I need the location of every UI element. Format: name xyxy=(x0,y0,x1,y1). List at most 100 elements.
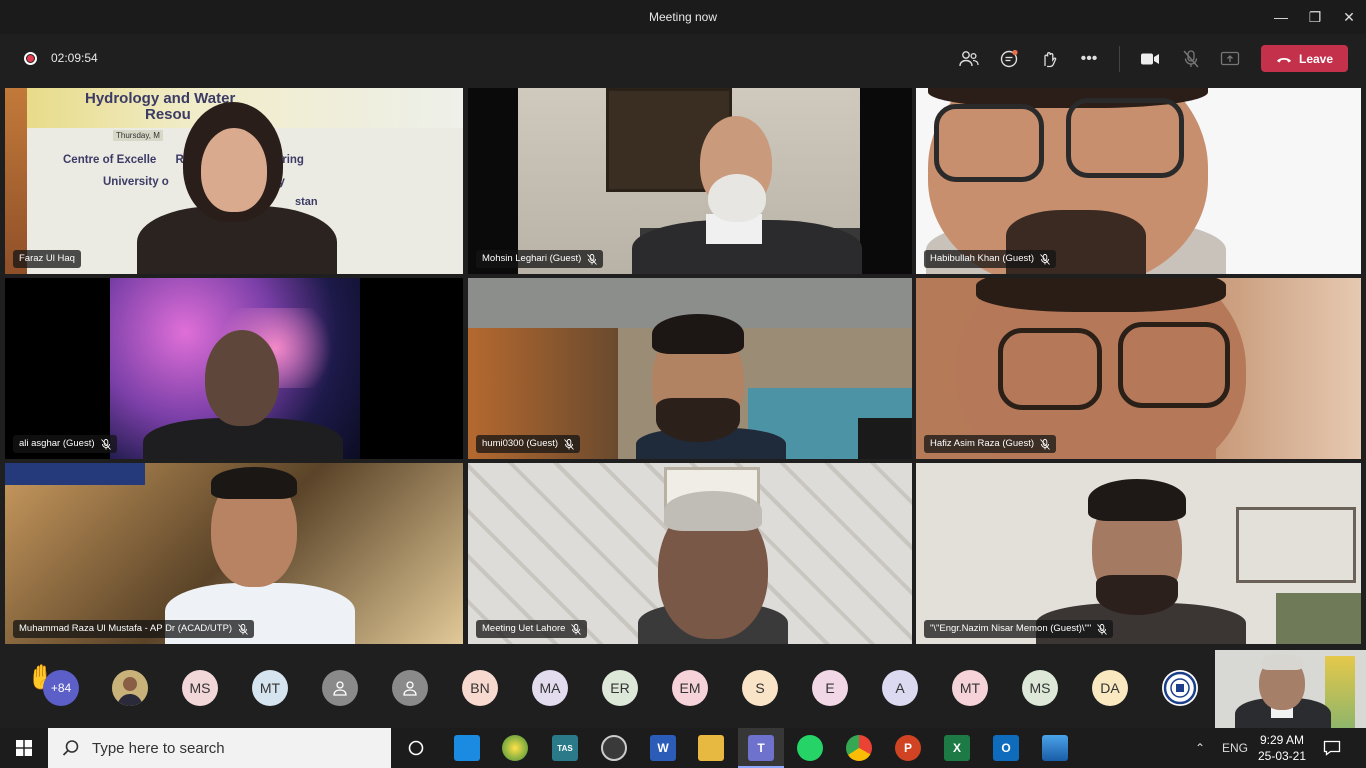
outlook-app-icon[interactable]: O xyxy=(993,735,1019,761)
avatar[interactable]: ER xyxy=(602,670,638,706)
leave-button[interactable]: Leave xyxy=(1261,45,1348,72)
search-placeholder: Type here to search xyxy=(92,739,225,757)
raise-hand-icon[interactable] xyxy=(1036,46,1062,72)
participant-name-label: Habibullah Khan (Guest) xyxy=(924,250,1057,268)
avatar[interactable] xyxy=(112,670,148,706)
participant-hair xyxy=(664,491,762,531)
windows-start-button[interactable] xyxy=(0,728,48,768)
taskbar-search-box[interactable]: Type here to search xyxy=(48,728,391,768)
avatar[interactable]: EM xyxy=(672,670,708,706)
avatar[interactable]: MT xyxy=(252,670,288,706)
mic-muted-icon xyxy=(1097,623,1108,635)
participants-icon[interactable] xyxy=(956,46,982,72)
notifications-icon[interactable] xyxy=(1323,728,1341,768)
participant-name: ali asghar (Guest) xyxy=(19,438,95,449)
participant-hair xyxy=(1088,479,1186,521)
participant-name: Muhammad Raza Ul Mustafa - AP Dr (ACAD/U… xyxy=(19,623,233,634)
avatar[interactable]: BN xyxy=(462,670,498,706)
whatsapp-icon[interactable] xyxy=(797,735,823,761)
window-title: Meeting now xyxy=(648,10,718,24)
avatar[interactable]: S xyxy=(742,670,778,706)
excel-app-icon[interactable]: X xyxy=(944,735,970,761)
plant xyxy=(1276,593,1361,644)
windows-taskbar: Type here to search TAS W T P X O ⌃ ENG … xyxy=(0,728,1366,768)
banner-edge xyxy=(5,88,27,274)
avatar-initials: DA xyxy=(1100,680,1120,696)
chrome-icon[interactable] xyxy=(846,735,872,761)
self-view-video[interactable] xyxy=(1215,650,1366,728)
phone-app-icon[interactable] xyxy=(454,735,480,761)
task-view-icon[interactable] xyxy=(403,735,429,761)
participant-name: Habibullah Khan (Guest) xyxy=(930,253,1035,264)
participant-name-label: ali asghar (Guest) xyxy=(13,435,117,453)
video-tile[interactable]: Meeting Uet Lahore xyxy=(468,463,912,644)
avatar[interactable]: DA xyxy=(1092,670,1128,706)
more-options-icon[interactable]: ••• xyxy=(1076,46,1102,72)
avatar[interactable]: MS xyxy=(182,670,218,706)
video-grid: Hydrology and Water Resou Thursday, M Ce… xyxy=(0,84,1366,648)
video-tile[interactable]: Hydrology and Water Resou Thursday, M Ce… xyxy=(5,88,463,274)
participant-name: Meeting Uet Lahore xyxy=(482,623,566,634)
avatar[interactable]: E xyxy=(812,670,848,706)
avatar-initials: MA xyxy=(539,680,561,696)
active-app-highlight xyxy=(738,728,784,768)
show-hidden-icons-chevron[interactable]: ⌃ xyxy=(1195,728,1205,768)
chat-icon[interactable] xyxy=(996,46,1022,72)
video-tile[interactable]: Mohsin Leghari (Guest) xyxy=(468,88,912,274)
video-tile[interactable]: "\"Engr.Nazim Nisar Memon (Guest)\"" xyxy=(916,463,1361,644)
share-screen-icon[interactable] xyxy=(1217,46,1243,72)
avatar[interactable] xyxy=(322,670,358,706)
minimize-icon[interactable]: — xyxy=(1264,0,1298,34)
mic-muted-icon xyxy=(238,623,248,635)
video-tile[interactable]: Muhammad Raza Ul Mustafa - AP Dr (ACAD/U… xyxy=(5,463,463,644)
powerpoint-app-icon[interactable]: P xyxy=(895,735,921,761)
participant-name: humi0300 (Guest) xyxy=(482,438,559,449)
maps-app-icon[interactable] xyxy=(502,735,528,761)
avatar-initials: MT xyxy=(959,680,981,696)
participant-hair xyxy=(652,314,744,354)
avatar-initials: E xyxy=(825,680,835,696)
overflow-count-badge[interactable]: +84 xyxy=(43,670,79,706)
mic-muted-icon[interactable] xyxy=(1178,46,1204,72)
avatar[interactable]: A xyxy=(882,670,918,706)
logo-strip xyxy=(5,463,145,485)
avatar-initials: MS xyxy=(1029,680,1051,696)
participant-name-label: Faraz Ul Haq xyxy=(13,250,81,268)
video-tile[interactable]: ali asghar (Guest) xyxy=(5,278,463,459)
camera-icon[interactable] xyxy=(1137,46,1163,72)
file-explorer-icon[interactable] xyxy=(698,735,724,761)
windows-logo-icon xyxy=(16,740,32,756)
mic-muted-icon xyxy=(100,438,111,450)
glasses-left xyxy=(934,104,1044,182)
close-icon[interactable]: ✕ xyxy=(1332,0,1366,34)
system-clock[interactable]: 9:29 AM 25-03-21 xyxy=(1252,732,1312,764)
video-tile[interactable]: Hafiz Asim Raza (Guest) xyxy=(916,278,1361,459)
mic-muted-icon xyxy=(1040,438,1050,450)
avatar[interactable]: MT xyxy=(952,670,988,706)
banner-text-line: stan xyxy=(295,196,318,208)
toolbar-divider xyxy=(1119,46,1120,72)
person-icon xyxy=(403,681,417,696)
tas-app-icon[interactable]: TAS xyxy=(552,735,578,761)
avatar[interactable] xyxy=(392,670,428,706)
avatar-initials: S xyxy=(755,680,765,696)
avatar-initials: MS xyxy=(189,680,211,696)
language-indicator[interactable]: ENG xyxy=(1222,728,1248,768)
network-app-icon[interactable] xyxy=(601,735,627,761)
video-tile[interactable]: Habibullah Khan (Guest) xyxy=(916,88,1361,274)
banner-text-line: Hydrology and Water xyxy=(85,90,236,107)
mic-muted-icon xyxy=(571,623,582,635)
participant-face xyxy=(201,128,267,212)
avatar[interactable] xyxy=(1162,670,1198,706)
avatar[interactable]: MA xyxy=(532,670,568,706)
photos-app-icon[interactable] xyxy=(1042,735,1068,761)
video-tile[interactable]: humi0300 (Guest) xyxy=(468,278,912,459)
avatar[interactable]: MS xyxy=(1022,670,1058,706)
overflow-count: +84 xyxy=(50,681,72,695)
participant-name-label: Mohsin Leghari (Guest) xyxy=(476,250,604,268)
word-app-icon[interactable]: W xyxy=(650,735,676,761)
participant-name: "\"Engr.Nazim Nisar Memon (Guest)\"" xyxy=(930,623,1092,634)
participant-name: Hafiz Asim Raza (Guest) xyxy=(930,438,1034,449)
maximize-icon[interactable]: ❐ xyxy=(1298,0,1332,34)
avatar-initials: EM xyxy=(679,680,701,696)
